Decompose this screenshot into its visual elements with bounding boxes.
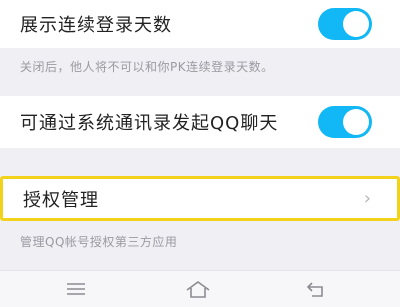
chevron-right-icon: ›: [363, 188, 371, 209]
contacts-chat-row: 可通过系统通讯录发起QQ聊天: [0, 96, 400, 148]
back-icon[interactable]: [304, 279, 328, 299]
show-login-days-toggle[interactable]: [318, 8, 372, 40]
contacts-chat-toggle[interactable]: [318, 106, 372, 138]
auth-management-hint: 管理QQ帐号授权第三方应用: [20, 235, 178, 249]
toggle-knob: [343, 11, 369, 37]
menu-icon[interactable]: [64, 279, 88, 299]
home-icon[interactable]: [184, 279, 212, 299]
auth-management-label: 授权管理: [23, 189, 99, 211]
toggle-knob: [343, 109, 369, 135]
system-nav-bar: [0, 270, 400, 307]
show-login-days-row: 展示连续登录天数: [0, 0, 400, 48]
show-login-days-hint: 关闭后，他人将不可以和你PK连续登录天数。: [20, 60, 274, 74]
auth-management-row[interactable]: 授权管理 ›: [0, 176, 400, 221]
